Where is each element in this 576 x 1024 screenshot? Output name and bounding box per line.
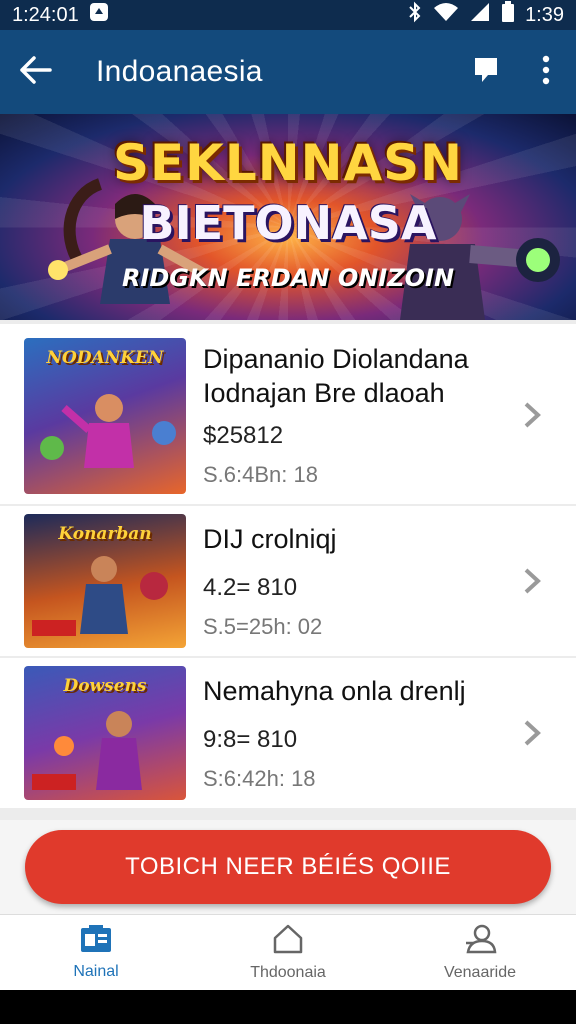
chat-icon xyxy=(472,55,500,90)
back-button[interactable] xyxy=(0,30,70,114)
bottom-navigation: Nainal Thdoonaia Venaaride xyxy=(0,914,576,990)
status-time-right: 1:39 xyxy=(525,3,564,26)
nav-item-profile[interactable]: Venaaride xyxy=(384,915,576,990)
nav-label: Venaaride xyxy=(443,964,517,981)
item-thumbnail: Konarban xyxy=(24,514,186,648)
app-bar: Indoanaesia xyxy=(0,30,576,114)
wifi-icon xyxy=(433,2,459,28)
system-navigation-bar xyxy=(0,990,576,1024)
item-title-line1: Nemahyna onla drenlj xyxy=(203,676,466,706)
item-meta: S.6:4Bn: 18 xyxy=(203,462,318,487)
list-item[interactable]: Dowsens Nemahyna onla drenlj 9:8= 810 S:… xyxy=(0,658,576,808)
chevron-right-icon xyxy=(524,402,541,428)
item-title: Nemahyna onla drenlj xyxy=(203,674,466,708)
banner-title-line1: SEKLNNASN xyxy=(112,134,463,192)
banner-subtitle: RIDGKN ERDAN ONIZOIN xyxy=(121,264,455,292)
promo-banner[interactable]: SEKLNNASN BIETONASA RIDGKN ERDAN ONIZOIN xyxy=(0,114,576,320)
thumbnail-label: NODANKEN xyxy=(46,348,164,368)
item-title: Dipananio Diolandana Iodnajan Bre dlaoah xyxy=(203,342,469,410)
item-thumbnail: Dowsens xyxy=(24,666,186,800)
status-bar: 1:24:01 1:39 xyxy=(0,0,576,30)
list-item[interactable]: Konarban DIJ crolniqj 4.2= 810 S.5=25h: … xyxy=(0,506,576,656)
chat-button[interactable] xyxy=(456,30,516,114)
arrow-left-icon xyxy=(18,55,52,90)
primary-cta-button[interactable]: TOBICH NEER BÉIÉS QOIIE xyxy=(25,830,551,904)
nav-label: Nainal xyxy=(73,963,119,980)
item-title: DIJ crolniqj xyxy=(203,522,337,556)
list-item[interactable]: NODANKEN Dipananio Diolandana Iodnajan B… xyxy=(0,324,576,504)
signal-icon xyxy=(469,2,491,28)
page-title: Indoanaesia xyxy=(96,55,263,88)
item-meta: S.5=25h: 02 xyxy=(203,614,323,639)
notification-icon xyxy=(89,2,109,28)
chevron-right-icon xyxy=(524,568,541,594)
item-meta: S:6:42h: 18 xyxy=(203,766,316,791)
nav-item-home[interactable]: Thdoonaia xyxy=(192,915,384,990)
thumbnail-label: Konarban xyxy=(58,524,152,544)
home-icon xyxy=(271,923,305,960)
item-price: 9:8= 810 xyxy=(203,726,298,753)
bluetooth-icon xyxy=(407,1,423,29)
battery-icon xyxy=(501,1,515,29)
profile-icon xyxy=(462,923,498,960)
item-price: 4.2= 810 xyxy=(203,574,298,601)
nav-item-news[interactable]: Nainal xyxy=(0,915,192,990)
nav-label: Thdoonaia xyxy=(250,964,326,981)
banner-title-line2: BIETONASA xyxy=(139,196,437,250)
item-thumbnail: NODANKEN xyxy=(24,338,186,494)
item-title-line1: Dipananio Diolandana xyxy=(203,344,469,374)
more-vert-icon xyxy=(542,55,550,90)
status-time-left: 1:24:01 xyxy=(12,3,79,26)
cta-container: TOBICH NEER BÉIÉS QOIIE xyxy=(0,820,576,916)
item-price: $25812 xyxy=(203,422,284,449)
item-title-line2: Iodnajan Bre dlaoah xyxy=(203,378,445,408)
chevron-right-icon xyxy=(524,720,541,746)
offer-list: NODANKEN Dipananio Diolandana Iodnajan B… xyxy=(0,320,576,830)
thumbnail-label: Dowsens xyxy=(63,676,147,696)
item-title-line1: DIJ crolniqj xyxy=(203,524,337,554)
more-options-button[interactable] xyxy=(516,30,576,114)
news-icon xyxy=(79,924,113,959)
